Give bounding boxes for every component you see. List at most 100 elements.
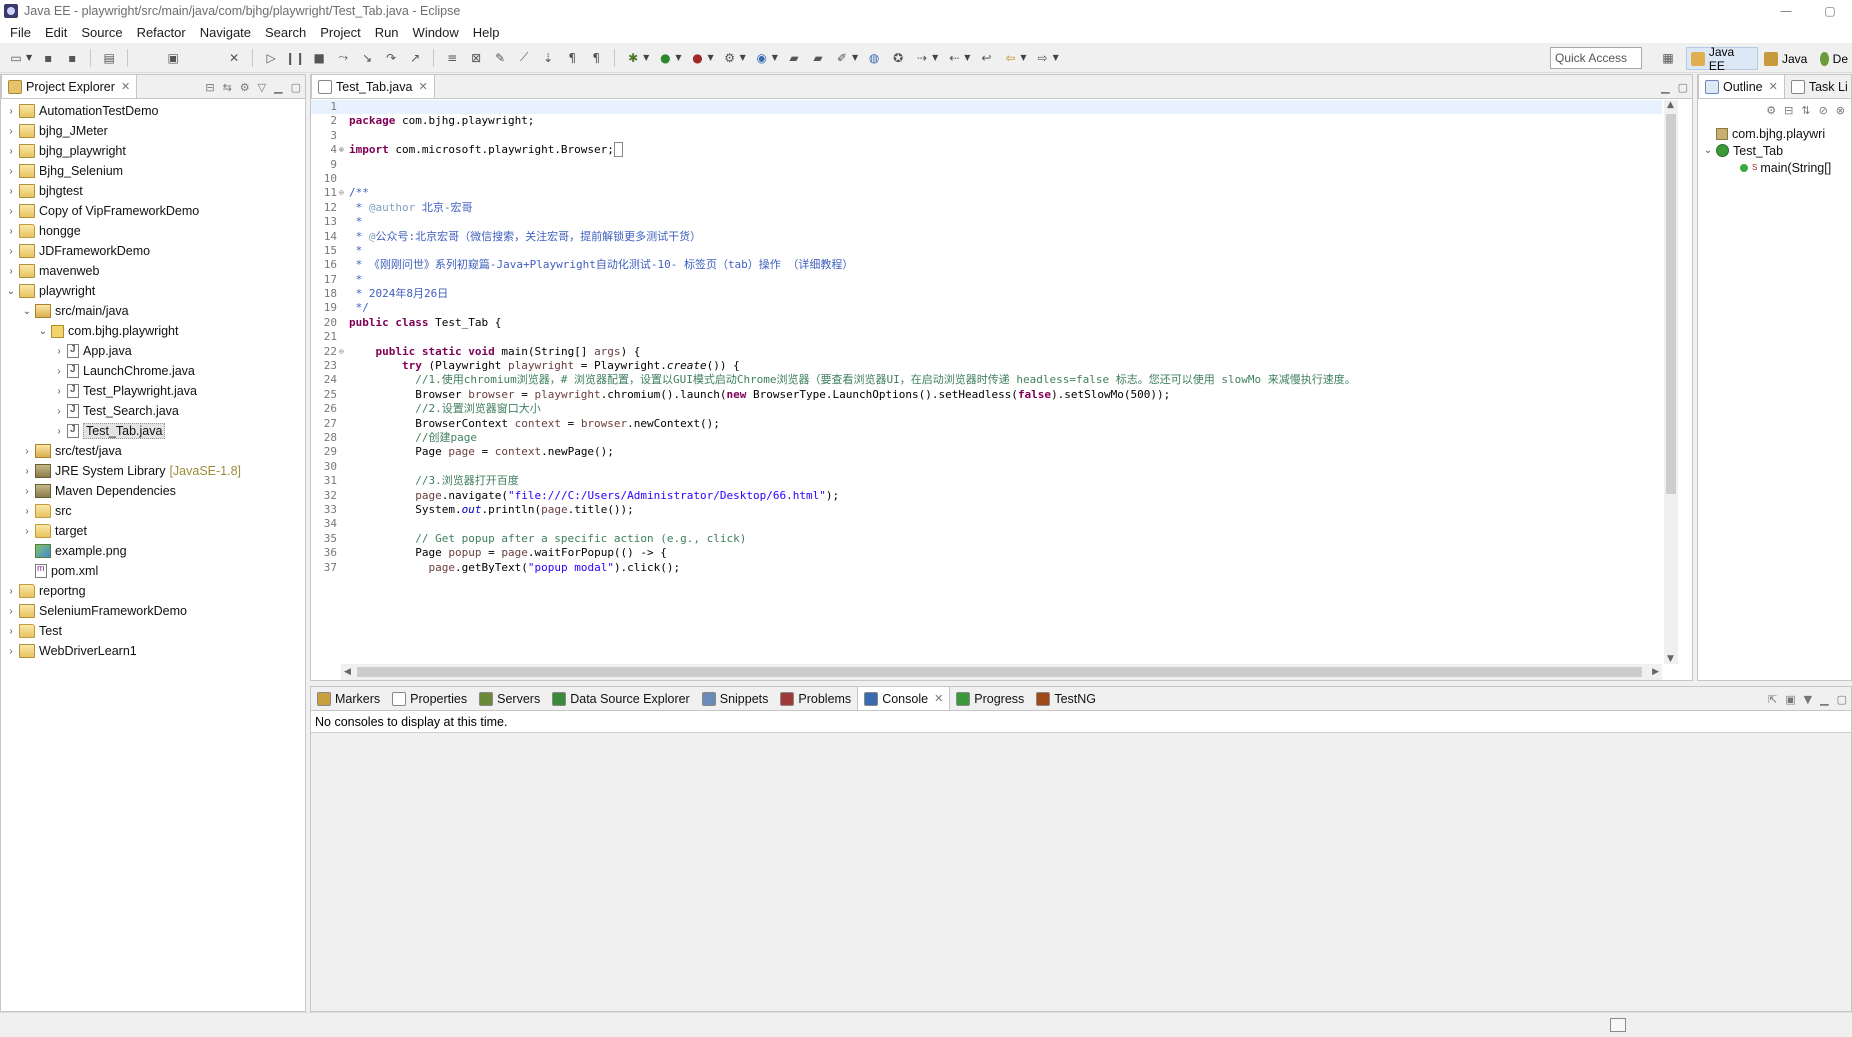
tree-item[interactable]: › src/test/java	[1, 441, 305, 461]
external-tools-icon[interactable]: ⚙	[721, 49, 739, 67]
search-icon[interactable]: ✐	[833, 49, 851, 67]
menu-run[interactable]: Run	[368, 25, 406, 40]
maximize-button[interactable]: ▢	[1808, 0, 1852, 22]
step-into-icon[interactable]: ↘	[358, 49, 376, 67]
minimize-icon[interactable]: ▁	[274, 81, 282, 94]
code-line[interactable]: 4 ⊕ import com.microsoft.playwright.Browse…	[311, 142, 1662, 158]
code-line[interactable]: 31 //3.浏览器打开百度	[311, 474, 1662, 488]
chevron-right-icon[interactable]: ›	[5, 246, 17, 257]
tree-item[interactable]: › Test_Tab.java	[1, 421, 305, 441]
prev-edit-dropdown-icon[interactable]: ▼	[964, 53, 970, 62]
new-server-icon[interactable]: ◉	[753, 49, 771, 67]
save-icon[interactable]: ▪	[39, 49, 57, 67]
suspend-icon[interactable]: ❙❙	[285, 49, 305, 67]
hide-fields-icon[interactable]: ⊘	[1819, 104, 1828, 117]
menu-help[interactable]: Help	[466, 25, 507, 40]
prev-edit-icon[interactable]: ⇠	[945, 49, 963, 67]
code-line[interactable]: 28 //创建page	[311, 431, 1662, 445]
code-line[interactable]: 27 BrowserContext context = browser.newC…	[311, 417, 1662, 431]
code-line[interactable]: 35 // Get popup after a specific action …	[311, 532, 1662, 546]
terminate-icon[interactable]: ■	[310, 49, 328, 67]
tree-item[interactable]: › hongge	[1, 221, 305, 241]
chevron-right-icon[interactable]: ›	[5, 586, 17, 597]
tab-outline[interactable]: Outline ✕	[1698, 75, 1785, 98]
chevron-right-icon[interactable]: ›	[21, 506, 33, 517]
tab-problems[interactable]: Problems	[774, 687, 857, 710]
back-icon[interactable]: ⇦	[1001, 49, 1019, 67]
chevron-right-icon[interactable]: ›	[5, 166, 17, 177]
hide-static-icon[interactable]: ⊗	[1836, 104, 1845, 117]
code-line[interactable]: 11 ⊖/**	[311, 186, 1662, 200]
close-icon[interactable]: ✕	[121, 80, 130, 93]
chevron-right-icon[interactable]: ›	[53, 386, 65, 397]
chevron-right-icon[interactable]: ›	[53, 346, 65, 357]
disconnect-icon[interactable]: ⤳	[334, 49, 352, 67]
tree-item[interactable]: › JDFrameworkDemo	[1, 241, 305, 261]
scroll-down-icon[interactable]: ▼	[1667, 654, 1674, 664]
web-service-icon[interactable]: ✪	[889, 49, 907, 67]
link-with-editor-icon[interactable]: ⇆	[223, 81, 232, 94]
code-line[interactable]: 20 public class Test_Tab {	[311, 316, 1662, 330]
new-icon[interactable]: ▭	[7, 49, 25, 67]
code-line[interactable]: 21	[311, 330, 1662, 344]
quick-access-input[interactable]: Quick Access	[1550, 47, 1642, 69]
tab-properties[interactable]: Properties	[386, 687, 473, 710]
print-icon[interactable]: ▤	[100, 49, 118, 67]
minimize-button[interactable]: —	[1764, 0, 1808, 22]
code-line[interactable]: 10	[311, 172, 1662, 186]
tree-item[interactable]: › SeleniumFrameworkDemo	[1, 601, 305, 621]
tree-item[interactable]: › Test	[1, 621, 305, 641]
perspective-java-ee[interactable]: Java EE	[1686, 45, 1758, 73]
code-line[interactable]: 16 * 《刚刚问世》系列初窥篇-Java+Playwright自动化测试-10…	[311, 258, 1662, 272]
toggle-word-wrap-icon[interactable]: ≡	[443, 49, 461, 67]
tree-item[interactable]: › Bjhg_Selenium	[1, 161, 305, 181]
maximize-icon[interactable]: ▢	[291, 81, 301, 94]
open-perspective-icon[interactable]: ▦	[1659, 49, 1677, 67]
vertical-scrollbar[interactable]: ▲ ▼	[1664, 100, 1678, 664]
outline-item[interactable]: Smain(String[]	[1698, 159, 1851, 176]
view-menu-icon[interactable]: ▽	[258, 81, 266, 94]
code-line[interactable]: 9	[311, 158, 1662, 172]
web-browser-icon[interactable]: ◍	[865, 49, 883, 67]
chevron-right-icon[interactable]: ›	[5, 146, 17, 157]
chevron-right-icon[interactable]: ›	[5, 126, 17, 137]
tree-item[interactable]: › target	[1, 521, 305, 541]
code-line[interactable]: 34	[311, 517, 1662, 531]
annotation-icon[interactable]: ⟋	[515, 49, 533, 67]
step-return-icon[interactable]: ↗	[406, 49, 424, 67]
run-icon[interactable]: ●	[656, 49, 674, 67]
close-icon[interactable]: ✕	[934, 692, 943, 705]
menu-refactor[interactable]: Refactor	[130, 25, 193, 40]
code-line[interactable]: 17 *	[311, 273, 1662, 287]
perspective-debug[interactable]: De	[1816, 47, 1852, 70]
close-icon[interactable]: ✕	[418, 80, 427, 93]
close-icon[interactable]: ✕	[1769, 80, 1778, 93]
coverage-icon[interactable]: ●	[688, 49, 706, 67]
code-line[interactable]: 3	[311, 129, 1662, 143]
pilcrow-icon[interactable]: ¶	[587, 49, 605, 67]
maximize-icon[interactable]: ▢	[1678, 81, 1688, 94]
code-line[interactable]: 22 ⊖ public static void main(String[] arg…	[311, 345, 1662, 359]
back-dropdown-icon[interactable]: ▼	[1020, 53, 1026, 62]
fold-toggle-icon[interactable]: ⊖	[339, 186, 347, 200]
chevron-down-icon[interactable]: ⌄	[21, 306, 33, 317]
chevron-down-icon[interactable]: ⌄	[37, 326, 49, 337]
tree-item[interactable]: ⌄ src/main/java	[1, 301, 305, 321]
tree-item[interactable]: › bjhgtest	[1, 181, 305, 201]
tree-item[interactable]: › JRE System Library [JavaSE-1.8]	[1, 461, 305, 481]
new-server-dropdown-icon[interactable]: ▼	[772, 53, 778, 62]
fold-toggle-icon[interactable]: ⊕	[339, 143, 347, 157]
menu-project[interactable]: Project	[313, 25, 367, 40]
chevron-right-icon[interactable]: ›	[5, 106, 17, 117]
tab-task-list[interactable]: Task Li	[1785, 75, 1852, 98]
tree-item[interactable]: example.png	[1, 541, 305, 561]
debug-dropdown-icon[interactable]: ▼	[643, 53, 649, 62]
chevron-down-icon[interactable]: ⌄	[1702, 145, 1714, 156]
chevron-right-icon[interactable]: ›	[21, 446, 33, 457]
scroll-right-icon[interactable]: ▶	[1652, 667, 1659, 677]
code-line[interactable]: 36 Page popup = page.waitForPopup(() -> …	[311, 546, 1662, 560]
chevron-right-icon[interactable]: ›	[5, 226, 17, 237]
tree-item[interactable]: › Copy of VipFrameworkDemo	[1, 201, 305, 221]
chevron-right-icon[interactable]: ›	[5, 626, 17, 637]
menu-window[interactable]: Window	[406, 25, 466, 40]
